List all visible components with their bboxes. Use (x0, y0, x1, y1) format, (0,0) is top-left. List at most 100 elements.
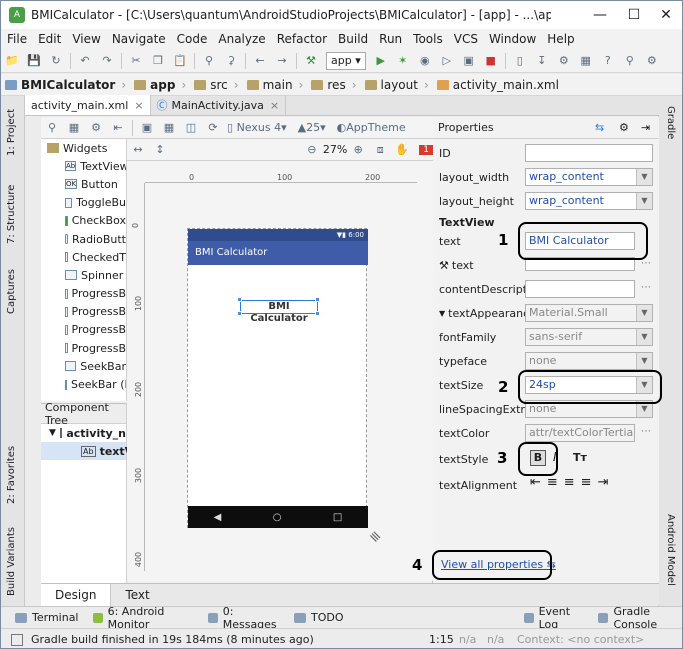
design-surface-icon[interactable]: ▣ (139, 120, 155, 136)
project-tool-button[interactable]: 1: Project (6, 106, 17, 156)
copy-icon[interactable]: ❐ (150, 53, 166, 69)
terminal-tool-button[interactable]: Terminal (15, 611, 79, 624)
tab-activity-main-xml[interactable]: activity_main.xml × (25, 95, 151, 115)
content-description-field[interactable] (525, 280, 635, 298)
text-appearance-select[interactable]: Material.Small ▼ (525, 304, 653, 322)
event-log-tool-button[interactable]: Event Log (523, 605, 585, 631)
maximize-button[interactable]: ☐ (617, 1, 651, 29)
palette-item[interactable]: CheckedT (41, 248, 126, 266)
android-device-monitor-icon[interactable]: ⚙ (556, 53, 572, 69)
breadcrumb-item[interactable]: res › (307, 78, 360, 92)
layout-width-select[interactable]: wrap_content ▼ (525, 168, 653, 186)
typeface-select[interactable]: none ▼ (525, 352, 653, 370)
profile-icon[interactable]: ◉ (417, 53, 433, 69)
menu-help[interactable]: Help (547, 32, 574, 46)
pan-hand-icon[interactable]: ✋ (394, 142, 410, 158)
coverage-icon[interactable]: ▣ (461, 53, 477, 69)
gradle-console-tool-button[interactable]: Gradle Console (598, 605, 682, 631)
paste-icon[interactable]: 📋 (172, 53, 188, 69)
font-family-select[interactable]: sans-serif ▼ (525, 328, 653, 346)
swap-view-icon[interactable]: ⇆ (595, 121, 604, 134)
back-icon[interactable]: ← (252, 53, 268, 69)
replace-icon[interactable]: ⚳ (223, 53, 239, 69)
palette-item[interactable]: OK Button (41, 175, 126, 193)
hide-panel-icon[interactable]: ⇥ (641, 121, 650, 134)
text-color-field[interactable]: attr/textColorTertiary (525, 424, 635, 442)
favorites-tool-button[interactable]: 2: Favorites (6, 444, 17, 504)
tab-main-activity-java[interactable]: Ⓒ MainActivity.java × (151, 95, 287, 115)
id-field[interactable] (525, 144, 653, 162)
help-icon[interactable]: ? (600, 53, 616, 69)
minimize-button[interactable]: — (583, 1, 617, 29)
palette-item[interactable]: ProgressB (41, 303, 126, 321)
palette-mode-icon[interactable]: ▦ (66, 120, 82, 136)
both-views-icon[interactable]: ◫ (183, 120, 199, 136)
more-icon[interactable]: ⋯ (641, 282, 651, 293)
android-monitor-tool-button[interactable]: 6: Android Monitor (92, 605, 194, 631)
collapse-icon[interactable]: ⇤ (110, 120, 126, 136)
menu-navigate[interactable]: Navigate (112, 32, 166, 46)
make-project-icon[interactable]: ⚒ (303, 53, 319, 69)
debug-icon[interactable]: ✶ (395, 53, 411, 69)
forward-icon[interactable]: → (274, 53, 290, 69)
menu-refactor[interactable]: Refactor (277, 32, 327, 46)
cursor-position[interactable]: 1:15 (429, 633, 454, 646)
palette-item[interactable]: SeekBar (41, 357, 126, 375)
more-icon[interactable]: ⋯ (641, 426, 651, 437)
tab-design[interactable]: Design (41, 583, 112, 606)
menu-tools[interactable]: Tools (413, 32, 443, 46)
expand-icon[interactable]: ▼ (439, 309, 445, 318)
breadcrumb-item[interactable]: main › (243, 78, 308, 92)
pan-horizontal-icon[interactable]: ↔ (130, 142, 146, 158)
text-alignment-buttons[interactable]: ⇤≡≡≡⇥ (530, 475, 614, 490)
theme-select[interactable]: ◐ AppTheme (337, 120, 406, 136)
breadcrumb-item[interactable]: app › (130, 78, 190, 92)
structure-icon[interactable]: ▦ (578, 53, 594, 69)
todo-tool-button[interactable]: TODO (293, 611, 344, 624)
tree-row-selected[interactable]: Ab textV (41, 442, 133, 461)
orientation-icon[interactable]: ⟳ (205, 120, 221, 136)
zoom-out-icon[interactable]: ⊖ (304, 142, 320, 158)
selected-textview[interactable]: BMI Calculator (240, 300, 318, 324)
line-separator[interactable]: n/a (459, 633, 476, 646)
palette-item[interactable]: ToggleBu (41, 194, 126, 212)
menu-file[interactable]: File (7, 32, 27, 46)
error-badge[interactable]: 1 (419, 144, 433, 155)
palette-item[interactable]: RadioButt (41, 230, 126, 248)
find-icon[interactable]: ⚲ (201, 53, 217, 69)
stop-icon[interactable]: ■ (483, 53, 499, 69)
run-config-select[interactable]: app ▾ (326, 51, 366, 70)
gradle-tool-button[interactable]: Gradle (665, 106, 676, 146)
device-preview[interactable]: ▼▮ 6:00 BMI Calculator BMI Calculator ◀ … (187, 228, 368, 528)
tab-text[interactable]: Text (111, 584, 163, 606)
redo-icon[interactable]: ↷ (99, 53, 115, 69)
all-caps-toggle[interactable]: Tᴛ (573, 451, 587, 464)
palette-item[interactable]: Spinner (41, 266, 126, 284)
blueprint-icon[interactable]: ▦ (161, 120, 177, 136)
palette-item[interactable]: CheckBox (41, 212, 126, 230)
undo-icon[interactable]: ↶ (77, 53, 93, 69)
breadcrumb-item[interactable]: src › (190, 78, 242, 92)
sync-icon[interactable]: ↻ (48, 53, 64, 69)
gear-icon[interactable]: ⚙ (88, 120, 104, 136)
avd-manager-icon[interactable]: ▯ (512, 53, 528, 69)
search-everywhere-icon[interactable]: ⚲ (622, 53, 638, 69)
captures-tool-button[interactable]: Captures (6, 264, 17, 314)
attach-debugger-icon[interactable]: ▷ (439, 53, 455, 69)
settings-icon[interactable]: ⚙ (644, 53, 660, 69)
menu-view[interactable]: View (72, 32, 100, 46)
menu-build[interactable]: Build (338, 32, 368, 46)
palette-item[interactable]: SeekBar (D (41, 375, 126, 393)
file-encoding[interactable]: n/a (487, 633, 504, 646)
breadcrumb-item[interactable]: BMICalculator › (1, 78, 130, 92)
zoom-in-icon[interactable]: ⊕ (350, 142, 366, 158)
palette-item[interactable]: ProgressB (41, 321, 126, 339)
zoom-fit-icon[interactable]: ⧈ (372, 142, 388, 158)
more-icon[interactable]: ⋯ (641, 258, 651, 269)
palette-item[interactable]: ProgressB (41, 285, 126, 303)
palette-item[interactable]: ProgressB (41, 339, 126, 357)
breadcrumb-item[interactable]: activity_main.xml (433, 78, 563, 92)
menu-window[interactable]: Window (489, 32, 536, 46)
menu-code[interactable]: Code (177, 32, 208, 46)
tool-window-toggle-icon[interactable] (11, 633, 23, 646)
